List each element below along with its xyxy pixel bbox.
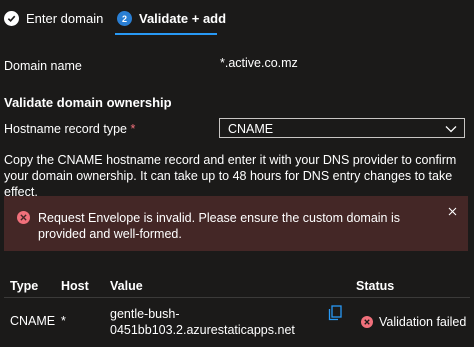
row-type: CNAME (10, 314, 56, 328)
row-value-line2: 0451bb103.2.azurestaticapps.net (110, 323, 295, 337)
section-title: Validate domain ownership (4, 95, 172, 110)
error-message-bar: Request Envelope is invalid. Please ensu… (4, 196, 468, 251)
error-message-text: Request Envelope is invalid. Please ensu… (38, 211, 401, 241)
step-number-icon: 2 (117, 11, 132, 26)
step-validate-add[interactable]: 2 Validate + add (117, 11, 226, 26)
domain-name-label: Domain name (4, 59, 82, 73)
step-label: Enter domain (26, 11, 104, 26)
row-host: * (61, 314, 66, 328)
error-icon (361, 316, 373, 328)
step-enter-domain[interactable]: Enter domain (4, 11, 103, 26)
close-icon[interactable] (448, 205, 457, 219)
required-marker: * (130, 122, 136, 136)
record-type-label-text: Hostname record type (4, 122, 127, 136)
row-value: gentle-bush- 0451bb103.2.azurestaticapps… (110, 306, 295, 338)
error-icon (17, 211, 30, 224)
column-header-value: Value (110, 279, 143, 293)
copy-icon[interactable] (328, 305, 342, 324)
step-label: Validate + add (139, 11, 227, 26)
active-step-underline (115, 33, 217, 35)
check-circle-icon (4, 11, 19, 26)
column-header-host: Host (61, 279, 89, 293)
column-header-type: Type (10, 279, 39, 293)
record-type-dropdown[interactable]: CNAME (219, 118, 465, 138)
table-header-divider (4, 297, 470, 298)
validation-status: Validation failed (361, 315, 466, 329)
validation-status-text: Validation failed (379, 315, 467, 329)
instructions-text: Copy the CNAME hostname record and enter… (4, 153, 457, 199)
column-header-status: Status (356, 279, 395, 293)
chevron-down-icon (445, 123, 457, 137)
domain-name-value: *.active.co.mz (220, 56, 298, 70)
record-type-selected-value: CNAME (228, 122, 274, 136)
record-type-label: Hostname record type * (4, 122, 135, 136)
row-value-line1: gentle-bush- (110, 307, 180, 321)
